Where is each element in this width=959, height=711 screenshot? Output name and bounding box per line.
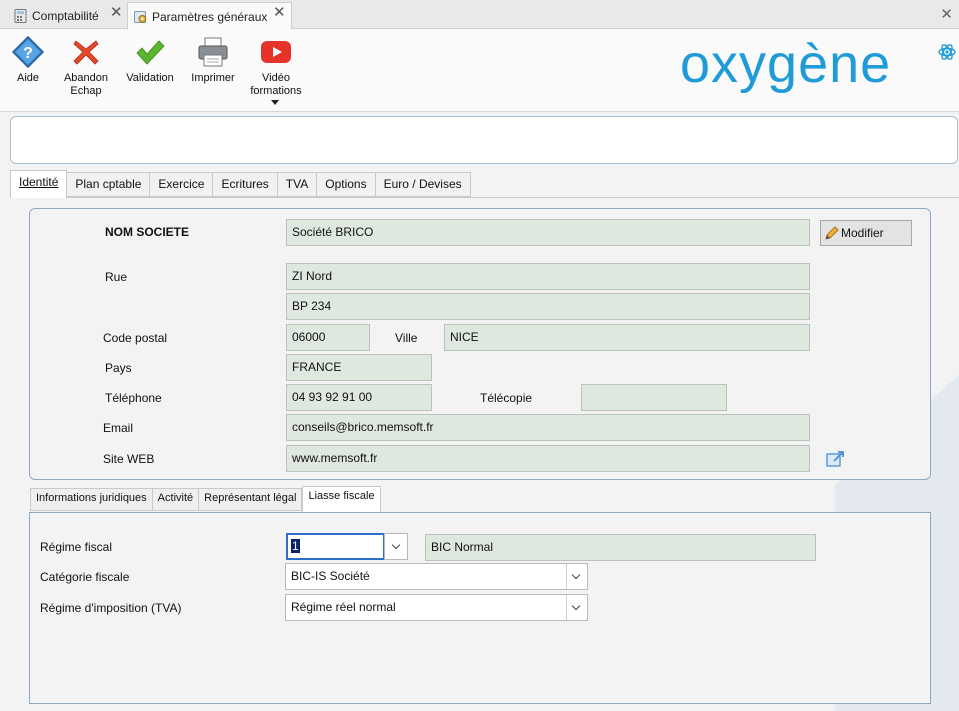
tab-identite-label: Identité	[19, 175, 59, 189]
email-label: Email	[103, 421, 134, 435]
tab-representant-legal-label: Représentant légal	[204, 492, 297, 504]
regime-tva-select[interactable]: Régime réel normal	[285, 594, 588, 621]
nom-societe-field[interactable]: Société BRICO	[286, 219, 810, 246]
abandon-label-2: Echap	[70, 85, 102, 97]
video-label-2: formations	[250, 85, 302, 97]
tab-comptabilite-label: Comptabilité	[32, 8, 99, 23]
tab-exercice-label: Exercice	[158, 177, 205, 191]
regime-tva-value: Régime réel normal	[291, 600, 396, 614]
telecopie-label: Télécopie	[480, 391, 533, 405]
categorie-fiscale-value: BIC-IS Société	[291, 569, 370, 583]
close-tab-comptabilite-icon[interactable]: ✕	[110, 5, 123, 21]
tab-plan-cptable[interactable]: Plan cptable	[67, 172, 151, 197]
imprimer-button[interactable]: Imprimer	[190, 36, 236, 85]
code-postal-label: Code postal	[103, 331, 168, 345]
tab-activite-label: Activité	[157, 492, 194, 504]
tab-ecritures[interactable]: Ecritures	[213, 172, 278, 197]
rue-label: Rue	[105, 270, 128, 284]
telephone-field[interactable]: 04 93 92 91 00	[286, 384, 432, 411]
tab-euro-devises-label: Euro / Devises	[383, 177, 462, 191]
tab-tva[interactable]: TVA	[277, 172, 318, 197]
logo-text: oxygène	[680, 34, 892, 94]
tab-parametres-generaux[interactable]: Paramètres généraux	[127, 2, 292, 30]
video-formations-button[interactable]: Vidéo formations	[248, 36, 304, 98]
video-label-1: Vidéo	[262, 72, 290, 84]
telecopie-field[interactable]	[581, 384, 727, 411]
main-tab-bar: Identité Plan cptable Exercice Ecritures…	[10, 170, 471, 198]
tab-activite[interactable]: Activité	[152, 488, 200, 511]
abandon-label-1: Abandon	[63, 72, 109, 84]
chevron-down-icon	[566, 564, 587, 589]
svg-text:?: ?	[23, 45, 33, 62]
categorie-fiscale-label: Catégorie fiscale	[40, 570, 130, 584]
tab-ecritures-label: Ecritures	[221, 177, 269, 191]
tab-exercice[interactable]: Exercice	[150, 172, 214, 197]
tab-representant-legal[interactable]: Représentant légal	[199, 488, 303, 511]
info-band	[10, 116, 958, 164]
pencil-icon	[825, 226, 839, 240]
validation-button[interactable]: Validation	[124, 36, 176, 85]
email-field[interactable]: conseils@brico.memsoft.fr	[286, 414, 810, 441]
calculator-icon	[14, 8, 27, 23]
regime-fiscal-input[interactable]: 1	[286, 533, 385, 560]
aide-label: Aide	[16, 72, 40, 84]
categorie-fiscale-select[interactable]: BIC-IS Société	[285, 563, 588, 590]
aide-button[interactable]: ? Aide	[10, 36, 46, 85]
cancel-x-icon	[73, 40, 99, 65]
settings-gear-icon	[134, 10, 147, 23]
modifier-label: Modifier	[841, 226, 884, 240]
regime-tva-label: Régime d'imposition (TVA)	[40, 601, 182, 615]
tab-informations-juridiques[interactable]: Informations juridiques	[30, 488, 153, 511]
video-play-icon	[261, 41, 291, 63]
printer-icon	[198, 37, 228, 67]
pays-field[interactable]: FRANCE	[286, 354, 432, 381]
oxygene-logo: oxygène	[680, 34, 956, 98]
tab-liasse-fiscale[interactable]: Liasse fiscale	[302, 486, 381, 513]
help-diamond-icon: ?	[12, 36, 44, 68]
site-web-field[interactable]: www.memsoft.fr	[286, 445, 810, 472]
regime-fiscal-label: Régime fiscal	[40, 540, 113, 554]
ville-field[interactable]: NICE	[444, 324, 810, 351]
abandon-button[interactable]: Abandon Echap	[60, 36, 112, 98]
pays-label: Pays	[105, 361, 132, 375]
tab-comptabilite[interactable]: Comptabilité	[0, 2, 128, 29]
tab-parametres-label: Paramètres généraux	[152, 9, 268, 24]
validation-label: Validation	[126, 72, 174, 84]
open-link-icon[interactable]	[826, 450, 846, 468]
rue-field-2[interactable]: BP 234	[286, 293, 810, 320]
tab-liasse-fiscale-label: Liasse fiscale	[308, 490, 375, 502]
tab-plan-cptable-label: Plan cptable	[75, 177, 142, 191]
video-dropdown-caret-icon[interactable]	[271, 100, 279, 105]
tab-tva-label: TVA	[285, 177, 309, 191]
close-window-icon[interactable]: ✕	[940, 5, 953, 23]
tab-euro-devises[interactable]: Euro / Devises	[375, 172, 471, 197]
telephone-label: Téléphone	[105, 391, 162, 405]
close-tab-parametres-icon[interactable]: ✕	[273, 5, 286, 21]
tab-options-label: Options	[325, 177, 367, 191]
document-tab-bar: Comptabilité ✕ Paramètres généraux ✕ ✕	[0, 0, 959, 30]
imprimer-label: Imprimer	[191, 72, 235, 84]
tab-identite[interactable]: Identité	[10, 170, 68, 198]
regime-fiscal-dropdown-button[interactable]	[384, 533, 408, 560]
regime-fiscal-description: BIC Normal	[425, 534, 816, 561]
rue-field-1[interactable]: ZI Nord	[286, 263, 810, 290]
site-web-label: Site WEB	[103, 452, 155, 466]
sub-tab-bar: Informations juridiques Activité Représe…	[30, 486, 381, 513]
ville-label: Ville	[395, 331, 418, 345]
atom-icon	[938, 44, 956, 60]
tab-options[interactable]: Options	[317, 172, 376, 197]
chevron-down-icon	[566, 595, 587, 620]
modifier-button[interactable]: Modifier	[820, 220, 912, 246]
checkmark-icon	[136, 40, 165, 65]
code-postal-field[interactable]: 06000	[286, 324, 370, 351]
tab-informations-juridiques-label: Informations juridiques	[36, 492, 147, 504]
regime-fiscal-code: 1	[291, 539, 300, 553]
nom-societe-label: NOM SOCIETE	[105, 225, 190, 239]
